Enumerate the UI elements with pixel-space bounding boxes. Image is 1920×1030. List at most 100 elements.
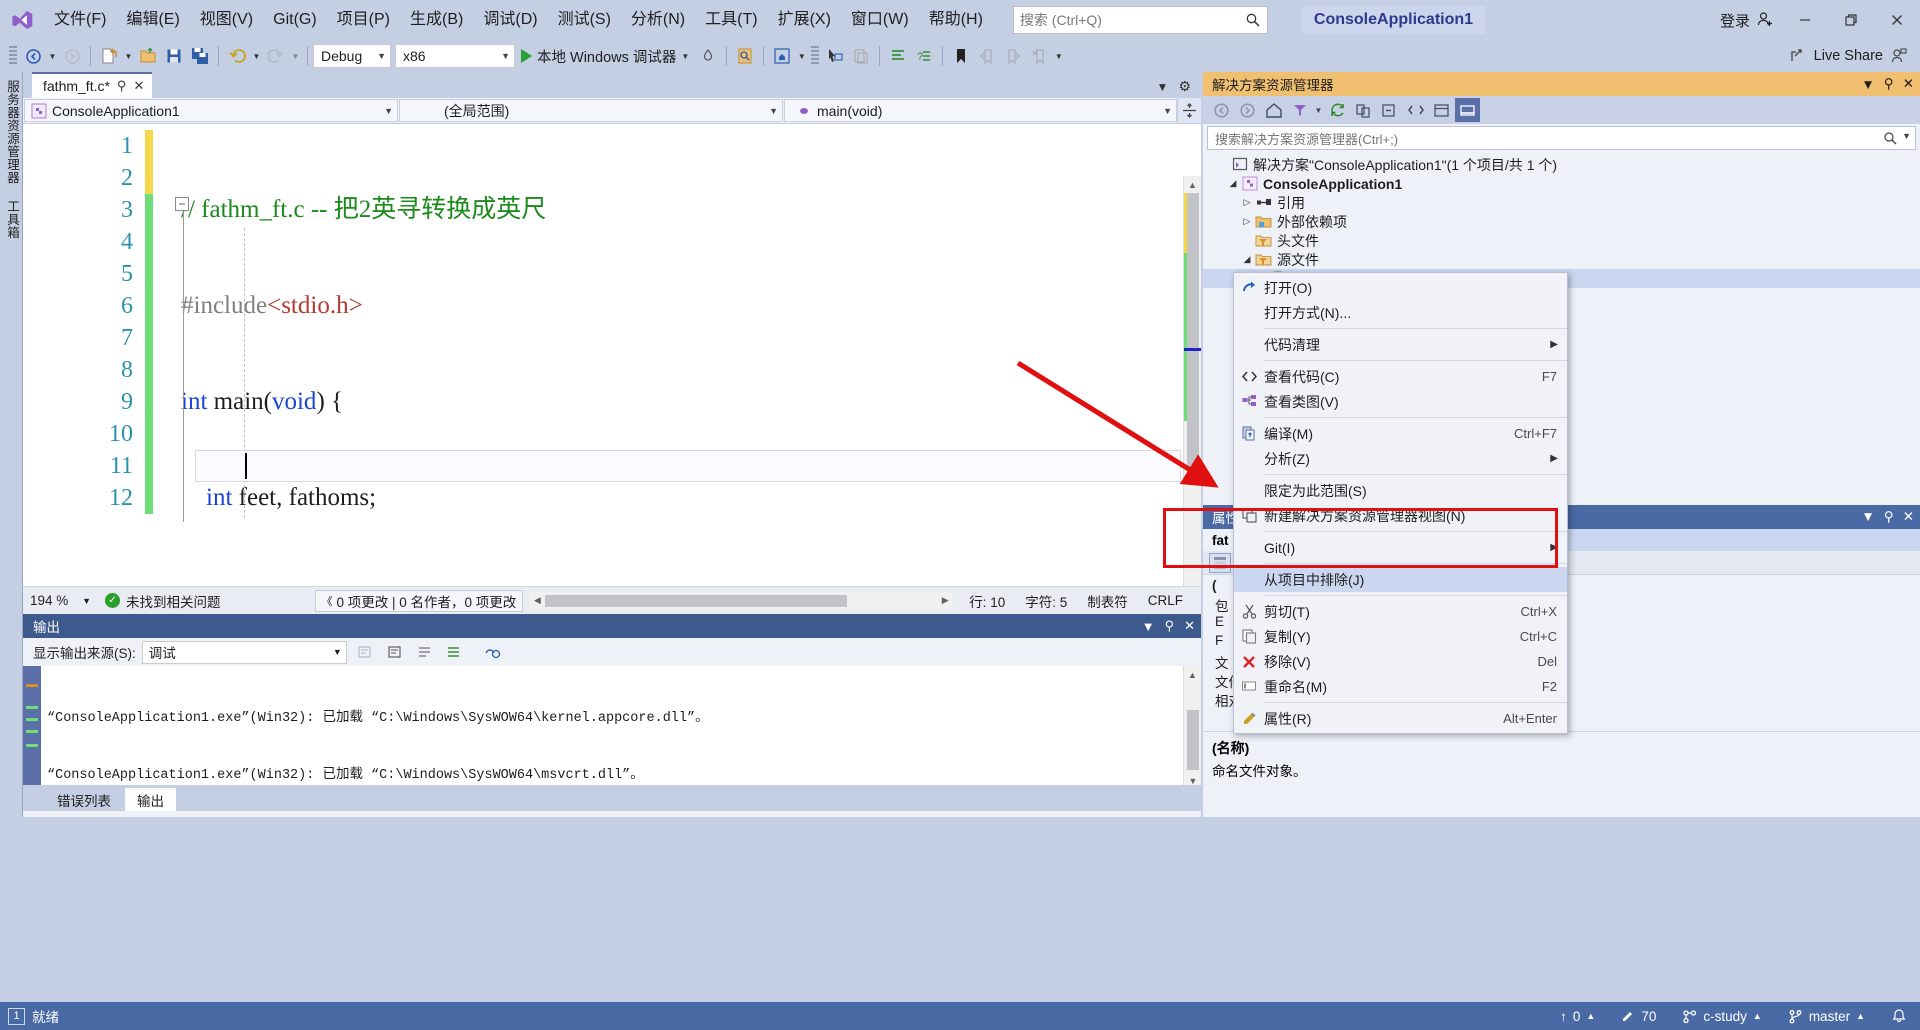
pin-icon[interactable]: ⚲	[117, 78, 127, 94]
solution-explorer-context-menu[interactable]: 打开(O) 打开方式(N)... 代码清理 ▶ 查看代码(C) F7 查看类图(…	[1233, 272, 1568, 734]
zoom-level-combo[interactable]: 194 % ▼	[23, 588, 95, 614]
start-debug-button[interactable]: 本地 Windows 调试器 ▼	[515, 43, 695, 69]
output-body[interactable]: “ConsoleApplication1.exe”(Win32): 已加载 “C…	[23, 666, 1201, 789]
close-button[interactable]	[1874, 0, 1920, 40]
menu-help[interactable]: 帮助(H)	[919, 6, 993, 34]
context-menu-item-properties[interactable]: 属性(R) Alt+Enter	[1234, 706, 1567, 731]
context-menu-item-code-cleanup[interactable]: 代码清理 ▶	[1234, 332, 1567, 357]
editor-vertical-scrollbar[interactable]: ▲ ▼	[1183, 176, 1201, 614]
status-branch[interactable]: master ▲	[1775, 1002, 1878, 1030]
maximize-button[interactable]	[1828, 0, 1874, 40]
pin-icon[interactable]: ⚲	[1884, 509, 1894, 525]
pending-changes-filter-button[interactable]	[1287, 98, 1312, 122]
menu-git[interactable]: Git(G)	[263, 6, 327, 34]
toolbar-grip-2[interactable]	[811, 46, 820, 66]
open-file-button[interactable]	[135, 43, 161, 69]
status-notifications[interactable]	[1878, 1002, 1920, 1030]
menu-analyze[interactable]: 分析(N)	[621, 6, 695, 34]
uncomment-button[interactable]: ?	[911, 43, 937, 69]
back-button[interactable]	[1209, 98, 1234, 122]
minimize-button[interactable]	[1782, 0, 1828, 40]
select-tool-button[interactable]	[822, 43, 848, 69]
close-icon[interactable]: ✕	[1184, 618, 1195, 634]
save-button[interactable]	[161, 43, 187, 69]
twisty[interactable]: ▷	[1239, 216, 1255, 227]
preview-selected-items-button[interactable]	[1455, 98, 1480, 122]
toolbar-overflow-button[interactable]: ▼	[1052, 43, 1065, 69]
context-menu-item-scope-to-this[interactable]: 限定为此范围(S)	[1234, 478, 1567, 503]
scroll-up-arrow[interactable]: ▲	[1184, 666, 1201, 683]
show-all-files-button[interactable]	[1403, 98, 1428, 122]
status-pending-changes[interactable]: ↑ 0 ▲	[1547, 1002, 1608, 1030]
prev-bookmark-button[interactable]	[974, 43, 1000, 69]
pin-icon[interactable]: ⚲	[1165, 618, 1175, 634]
context-menu-item-analyze[interactable]: 分析(Z) ▶	[1234, 446, 1567, 471]
toolbar-grip[interactable]	[9, 46, 17, 66]
new-project-button[interactable]	[96, 43, 122, 69]
twisty-expanded[interactable]: ◢	[1225, 178, 1241, 189]
chevron-down-icon[interactable]: ▼	[1902, 131, 1911, 146]
redo-button[interactable]	[263, 43, 289, 69]
undo-dropdown[interactable]: ▼	[250, 43, 263, 69]
forward-button[interactable]	[1235, 98, 1260, 122]
new-project-dropdown[interactable]: ▼	[122, 43, 135, 69]
solution-tree[interactable]: 解决方案"ConsoleApplication1"(1 个项目/共 1 个) ◢…	[1203, 152, 1920, 288]
server-explorer-tab[interactable]: 服务器资源管理器	[0, 72, 25, 192]
solution-home-dropdown[interactable]: ▼	[795, 43, 808, 69]
collapse-toggle[interactable]: −	[175, 197, 189, 211]
navbar-scope-combo[interactable]: (全局范围) ▼	[399, 99, 783, 122]
context-menu-item-view-class-diagram[interactable]: 查看类图(V)	[1234, 389, 1567, 414]
hscroll-left-arrow[interactable]: ◀	[529, 595, 545, 606]
solution-platform-combo[interactable]: x86 ▼	[395, 44, 515, 68]
code-editor[interactable]: 1 2 3 4 5 6 7 8 9 10 11 12 − // fathm_ft…	[23, 124, 1201, 614]
navigate-backward-dropdown[interactable]: ▼	[46, 43, 59, 69]
context-menu-item-remove[interactable]: 移除(V) Del	[1234, 649, 1567, 674]
output-chevron-icon[interactable]: ▼	[1142, 619, 1155, 634]
twisty[interactable]: ▷	[1239, 197, 1255, 208]
scrollbar-thumb[interactable]	[1187, 710, 1199, 770]
output-toggle-wordwrap-button[interactable]	[413, 640, 437, 664]
bookmark-button[interactable]	[948, 43, 974, 69]
editor-settings-gear-icon[interactable]: ⚙	[1178, 78, 1191, 95]
sign-in-button[interactable]: 登录	[1712, 10, 1782, 31]
menu-build[interactable]: 生成(B)	[400, 6, 473, 34]
toolbox-tab[interactable]: 工具箱	[0, 192, 25, 247]
navbar-member-combo[interactable]: main(void) ▼	[784, 99, 1177, 122]
menu-tools[interactable]: 工具(T)	[695, 6, 767, 34]
collapse-all-button[interactable]	[1377, 98, 1402, 122]
context-menu-item-open-with[interactable]: 打开方式(N)...	[1234, 300, 1567, 325]
navigate-backward-button[interactable]	[20, 43, 46, 69]
menu-debug[interactable]: 调试(D)	[473, 6, 547, 34]
tree-item-source-files[interactable]: ◢ 源文件	[1203, 250, 1920, 269]
tree-item-references[interactable]: ▷ 引用	[1203, 193, 1920, 212]
global-search[interactable]: 搜索 (Ctrl+Q)	[1012, 6, 1268, 34]
categorized-view-button[interactable]	[1209, 552, 1231, 573]
status-line-count[interactable]: 70	[1608, 1002, 1669, 1030]
code-text[interactable]: // fathm_ft.c -- 把2英寻转换成英尺 #include<stdi…	[145, 124, 1201, 614]
twisty-expanded[interactable]: ◢	[1239, 254, 1255, 265]
outlining-gutter[interactable]: −	[159, 124, 195, 614]
tree-item-header-files[interactable]: 头文件	[1203, 231, 1920, 250]
tab-error-list[interactable]: 错误列表	[45, 788, 123, 811]
tab-output[interactable]: 输出	[125, 788, 176, 811]
hot-reload-button[interactable]	[695, 43, 721, 69]
tab-list-chevron-icon[interactable]: ▼	[1157, 80, 1169, 94]
clear-bookmarks-button[interactable]	[1026, 43, 1052, 69]
undo-button[interactable]	[224, 43, 250, 69]
context-menu-item-copy[interactable]: 复制(Y) Ctrl+C	[1234, 624, 1567, 649]
save-all-button[interactable]	[187, 43, 213, 69]
output-toggle-timestamp-button[interactable]	[481, 640, 505, 664]
menu-edit[interactable]: 编辑(E)	[116, 6, 189, 34]
solution-explorer-search-input[interactable]: 搜索解决方案资源管理器(Ctrl+;) ▼	[1207, 126, 1916, 150]
next-bookmark-button[interactable]	[1000, 43, 1026, 69]
output-vertical-scrollbar[interactable]: ▲ ▼	[1183, 666, 1201, 789]
eol-indicator[interactable]: CRLF	[1138, 593, 1193, 608]
context-menu-item-view-code[interactable]: 查看代码(C) F7	[1234, 364, 1567, 389]
menu-project[interactable]: 项目(P)	[327, 6, 400, 34]
scroll-up-arrow[interactable]: ▲	[1184, 176, 1201, 193]
pin-icon[interactable]: ⚲	[1884, 76, 1894, 92]
context-menu-item-cut[interactable]: 剪切(T) Ctrl+X	[1234, 599, 1567, 624]
sync-with-active-document-button[interactable]	[1325, 98, 1350, 122]
close-icon[interactable]: ✕	[133, 78, 144, 94]
context-menu-item-compile[interactable]: 编译(M) Ctrl+F7	[1234, 421, 1567, 446]
